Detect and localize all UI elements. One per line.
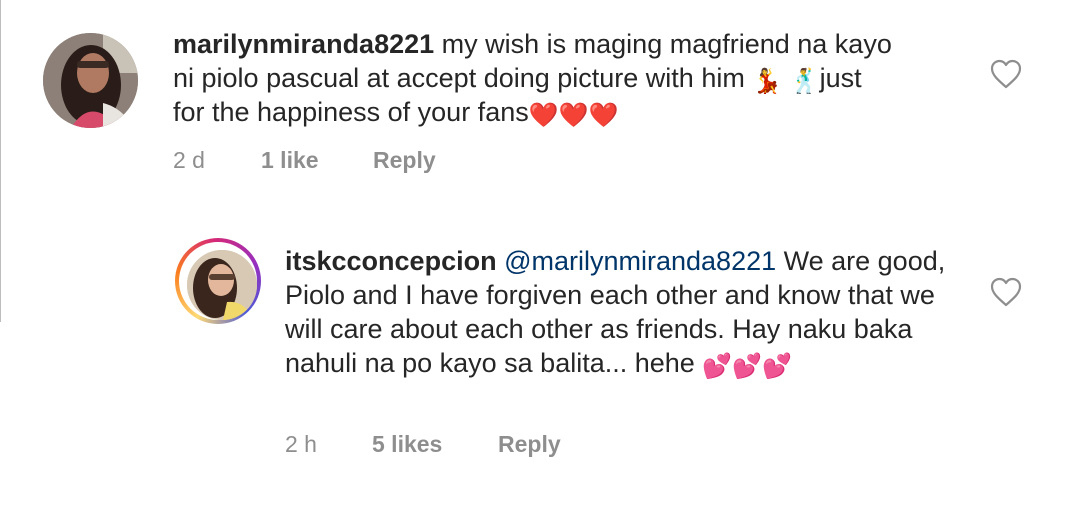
red-hearts-emoji: ❤️❤️❤️ xyxy=(528,102,619,129)
reply-button[interactable]: Reply xyxy=(498,431,561,458)
avatar-itskcconcepcion[interactable] xyxy=(187,250,257,320)
reply-button[interactable]: Reply xyxy=(373,147,436,174)
man-dancing-emoji: 🕺 xyxy=(789,68,820,95)
like-count-link[interactable]: 5 likes xyxy=(372,431,442,458)
comment-body: marilynmiranda8221 my wish is maging mag… xyxy=(173,27,973,129)
heart-outline-icon[interactable] xyxy=(989,58,1023,90)
reply-body: itskcconcepcion @marilynmiranda8221 We a… xyxy=(285,244,975,380)
comment-text-line2: ni piolo pascual at accept doing picture… xyxy=(173,63,753,93)
story-ring[interactable] xyxy=(175,238,261,324)
comment-text-line3: for the happiness of your fans xyxy=(173,97,529,127)
mention-link[interactable]: @marilynmiranda8221 xyxy=(504,246,776,276)
like-count-link[interactable]: 1 like xyxy=(261,147,319,174)
comment-timestamp: 2 h xyxy=(285,431,317,457)
comment-text-line1: my wish is maging magfriend na kayo xyxy=(434,29,892,59)
dancer-emoji: 💃 xyxy=(752,68,783,95)
comment-username[interactable]: itskcconcepcion xyxy=(285,246,497,276)
comment-text-line2-end: just xyxy=(819,63,862,93)
comment-timestamp: 2 d xyxy=(173,147,205,173)
left-divider xyxy=(0,0,1,322)
avatar-marilynmiranda8221[interactable] xyxy=(43,33,138,128)
two-hearts-emoji: 💕💕💕 xyxy=(702,353,792,380)
comment-username[interactable]: marilynmiranda8221 xyxy=(173,29,434,59)
heart-outline-icon[interactable] xyxy=(989,276,1023,308)
